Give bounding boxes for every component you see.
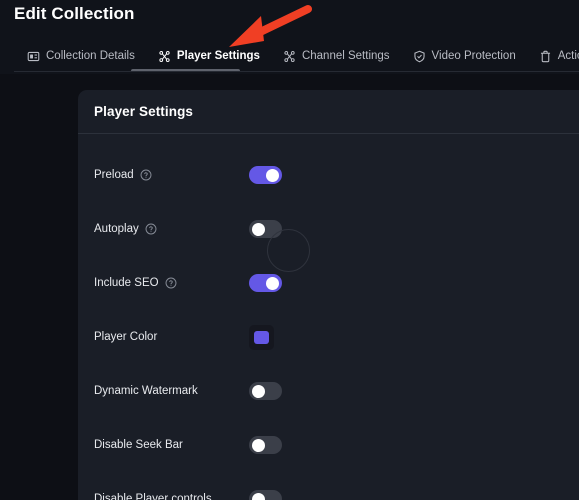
setting-row-include-seo: Include SEO xyxy=(78,256,579,310)
player-settings-card: Player Settings Preload Autoplay Include… xyxy=(78,90,579,500)
setting-row-preload: Preload xyxy=(78,148,579,202)
control-slot xyxy=(249,324,274,350)
toggle-preload[interactable] xyxy=(249,166,282,184)
toggle-knob xyxy=(252,222,265,236)
control-slot xyxy=(249,436,282,454)
setting-label-wrap: Player Color xyxy=(94,331,249,343)
edit-collection-page: Edit Collection Collection Details Playe… xyxy=(0,0,579,500)
toggle-knob xyxy=(252,438,265,452)
setting-label: Disable Seek Bar xyxy=(94,439,183,451)
color-chip xyxy=(254,330,269,344)
toggle-knob xyxy=(266,168,279,182)
setting-row-disable-player-controls: Disable Player controls xyxy=(78,472,579,500)
page-header: Edit Collection Collection Details Playe… xyxy=(0,0,579,74)
card-title: Player Settings xyxy=(94,104,194,119)
control-slot xyxy=(249,382,282,400)
setting-label: Autoplay xyxy=(94,223,139,235)
setting-label: Player Color xyxy=(94,331,158,343)
card-header: Player Settings xyxy=(78,90,579,134)
tab-label: Video Protection xyxy=(431,50,516,62)
toggle-disable-player-controls[interactable] xyxy=(249,490,282,500)
tab-channel-settings[interactable]: Channel Settings xyxy=(283,41,390,72)
tab-label: Action xyxy=(557,50,579,62)
tab-label: Collection Details xyxy=(46,50,135,62)
tab-collection-details[interactable]: Collection Details xyxy=(27,41,135,72)
tab-label: Channel Settings xyxy=(301,50,390,62)
toggle-autoplay[interactable] xyxy=(249,220,282,238)
tab-bar: Collection Details Player Settings Chann… xyxy=(0,40,579,72)
control-slot xyxy=(249,274,282,292)
setting-label-wrap: Dynamic Watermark xyxy=(94,385,249,397)
setting-label: Disable Player controls xyxy=(94,493,212,500)
tab-action[interactable]: Action xyxy=(539,41,579,72)
tab-label: Player Settings xyxy=(176,50,260,62)
shield-icon xyxy=(413,50,426,63)
toggle-disable-seek-bar[interactable] xyxy=(249,436,282,454)
control-slot xyxy=(249,166,282,184)
setting-row-dynamic-watermark: Dynamic Watermark xyxy=(78,364,579,418)
player-color-swatch[interactable] xyxy=(249,324,274,350)
setting-label: Dynamic Watermark xyxy=(94,385,198,397)
setting-label: Preload xyxy=(94,169,134,181)
help-icon[interactable] xyxy=(145,223,157,235)
control-slot xyxy=(249,490,282,500)
setting-row-autoplay: Autoplay xyxy=(78,202,579,256)
setting-row-player-color: Player Color xyxy=(78,310,579,364)
toggle-knob xyxy=(252,384,265,398)
setting-label-wrap: Disable Seek Bar xyxy=(94,439,249,451)
setting-label-wrap: Autoplay xyxy=(94,223,249,235)
header-divider xyxy=(14,71,579,72)
toggle-knob xyxy=(252,492,265,500)
setting-label-wrap: Disable Player controls xyxy=(94,493,249,500)
channel-settings-icon xyxy=(283,50,296,63)
help-icon[interactable] xyxy=(165,277,177,289)
trash-icon xyxy=(539,50,552,63)
control-slot xyxy=(249,220,282,238)
toggle-dynamic-watermark[interactable] xyxy=(249,382,282,400)
help-icon[interactable] xyxy=(140,169,152,181)
setting-label: Include SEO xyxy=(94,277,159,289)
tab-video-protection[interactable]: Video Protection xyxy=(413,41,516,72)
collection-details-icon xyxy=(27,50,40,63)
toggle-knob xyxy=(266,276,279,290)
setting-label-wrap: Include SEO xyxy=(94,277,249,289)
settings-list: Preload Autoplay Include SEO Player Colo… xyxy=(78,134,579,500)
setting-row-disable-seek-bar: Disable Seek Bar xyxy=(78,418,579,472)
tab-player-settings[interactable]: Player Settings xyxy=(158,41,260,72)
toggle-include-seo[interactable] xyxy=(249,274,282,292)
player-settings-icon xyxy=(158,50,171,63)
page-title: Edit Collection xyxy=(14,4,135,23)
setting-label-wrap: Preload xyxy=(94,169,249,181)
